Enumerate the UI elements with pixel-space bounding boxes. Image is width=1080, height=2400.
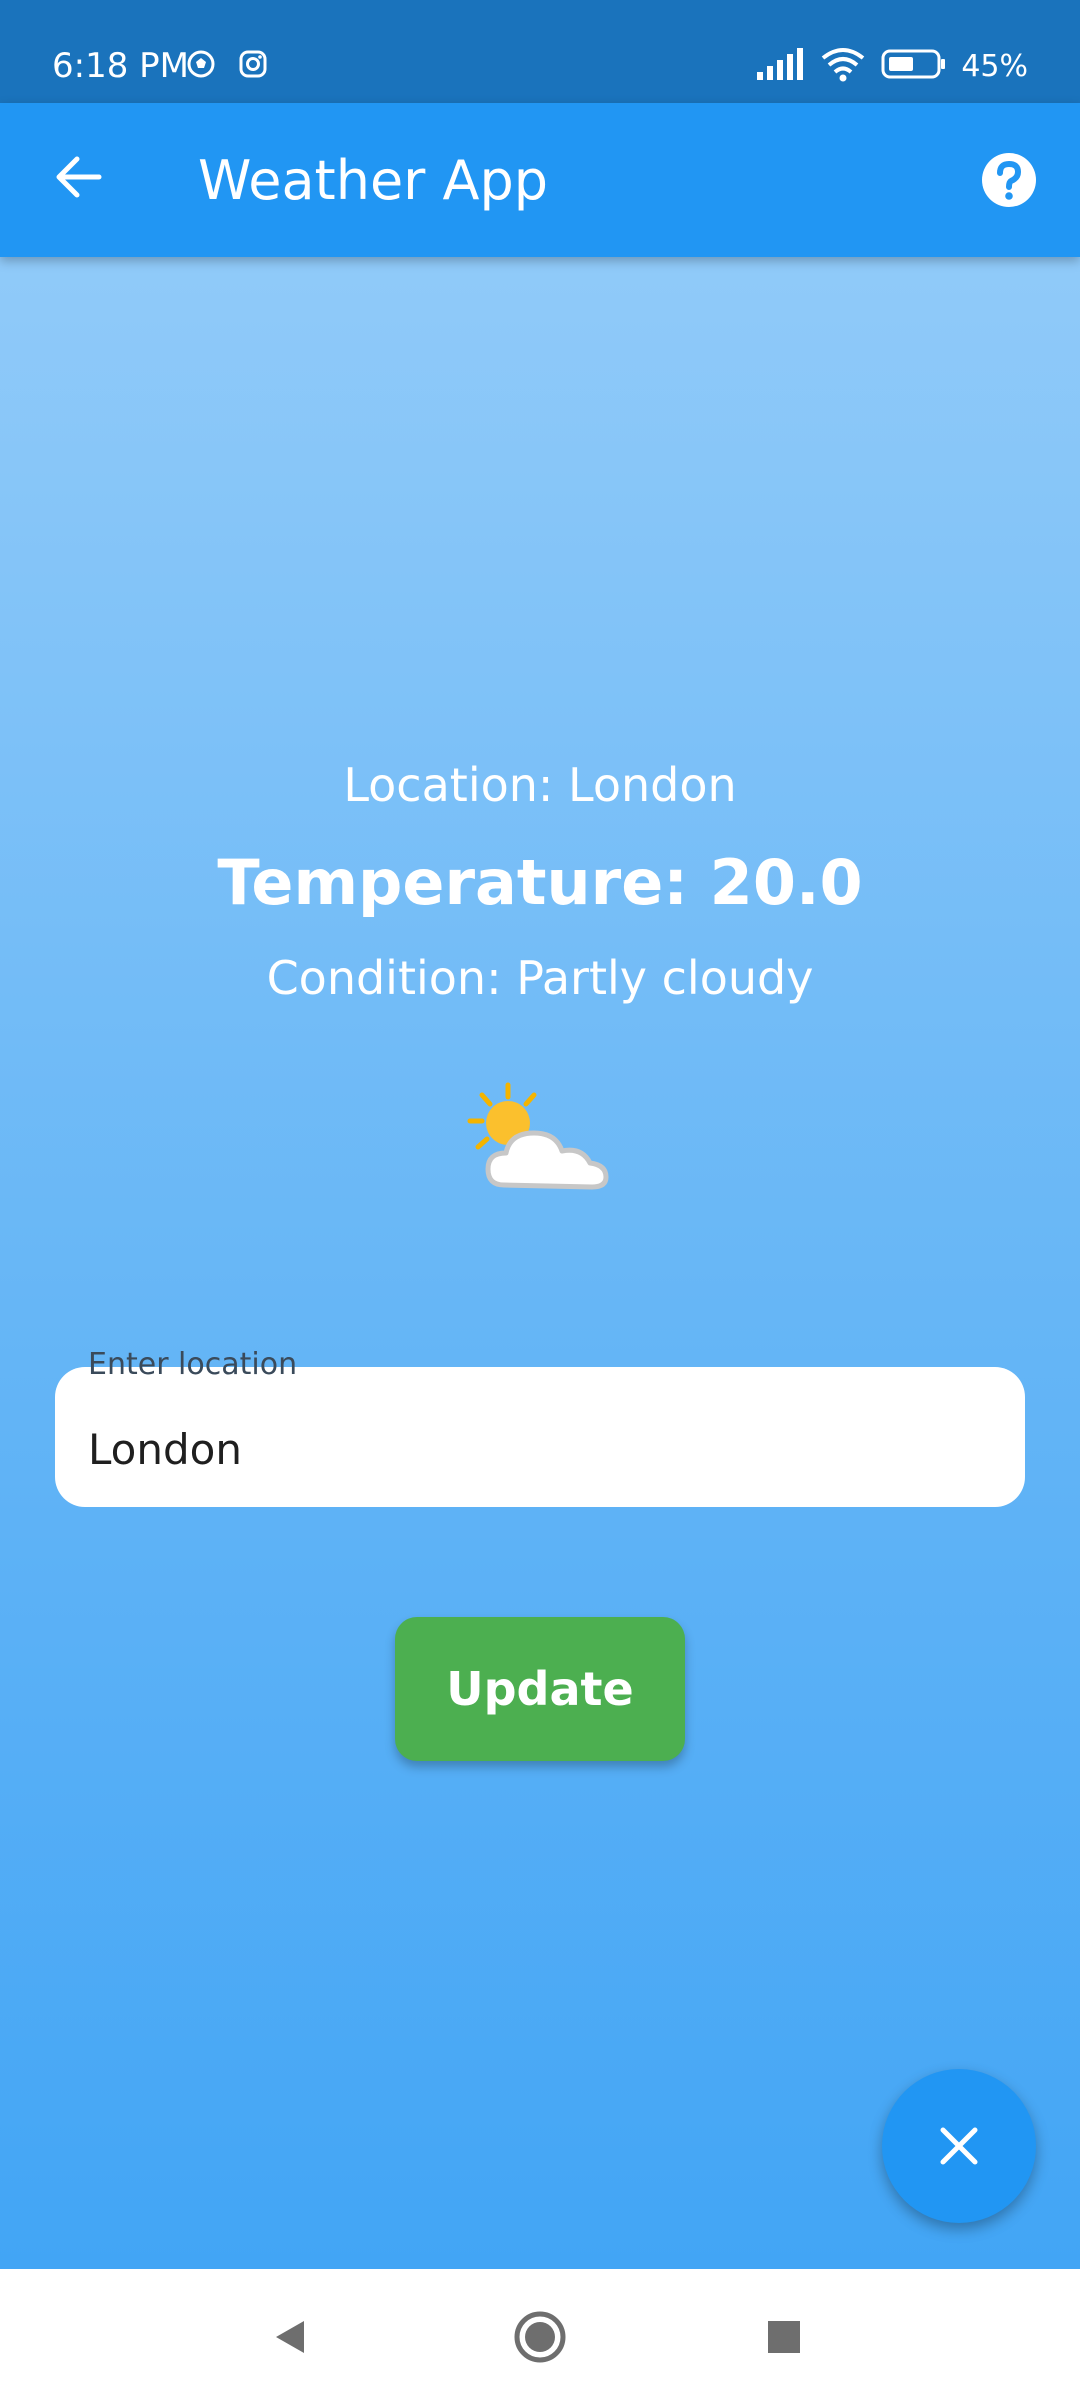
arrow-back-icon xyxy=(56,156,102,198)
location-input-label: Enter location xyxy=(88,1347,298,1382)
update-button[interactable]: Update xyxy=(395,1617,685,1761)
location-input[interactable] xyxy=(55,1367,1025,1507)
wifi-icon xyxy=(819,46,867,87)
nav-home-icon xyxy=(514,2311,566,2363)
back-button[interactable] xyxy=(46,145,110,209)
help-circle-icon xyxy=(982,153,1036,207)
temperature-text: Temperature: 20.0 xyxy=(217,846,863,919)
battery-percentage: 45% xyxy=(961,48,1028,84)
nav-recents-icon xyxy=(768,2321,800,2353)
soccer-ball-icon xyxy=(186,49,216,84)
page-title: Weather App xyxy=(198,149,549,212)
status-bar: 6:18 PM 45% xyxy=(0,0,1080,103)
nav-back-icon xyxy=(276,2321,304,2353)
instagram-icon xyxy=(238,49,268,84)
nav-home-button[interactable] xyxy=(510,2307,570,2367)
nav-recents-button[interactable] xyxy=(754,2307,814,2367)
system-nav-bar xyxy=(0,2269,1080,2400)
close-fab-button[interactable] xyxy=(882,2069,1036,2223)
main-content: Location: London Temperature: 20.0 Condi… xyxy=(0,257,1080,2269)
close-icon xyxy=(940,2127,978,2165)
condition-text: Condition: Partly cloudy xyxy=(266,951,814,1005)
battery-icon xyxy=(881,48,947,85)
nav-back-button[interactable] xyxy=(260,2307,320,2367)
app-bar: Weather App xyxy=(0,103,1080,257)
location-text: Location: London xyxy=(343,758,737,812)
status-time: 6:18 PM xyxy=(52,46,189,86)
partly-cloudy-icon xyxy=(460,1077,620,1207)
signal-icon xyxy=(755,48,805,85)
help-button[interactable] xyxy=(980,151,1038,209)
